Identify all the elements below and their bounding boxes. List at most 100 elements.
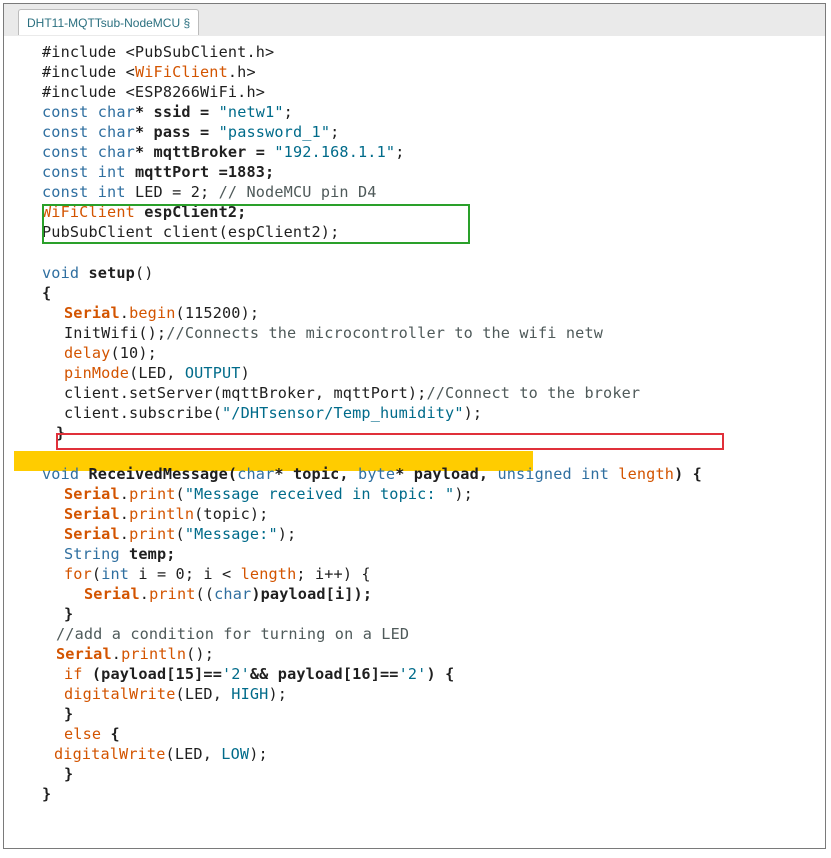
object-name: Serial (84, 585, 140, 603)
code-text: * pass = (134, 123, 219, 141)
keyword: int (97, 183, 126, 201)
ide-window: DHT11-MQTTsub-NodeMCU § #include <PubSub… (3, 3, 826, 849)
keyword: int (581, 465, 609, 483)
code-line-18: client.setServer(mqttBroker, mqttPort);/… (4, 383, 825, 403)
keyword: else (64, 725, 102, 743)
object-name: Serial (64, 505, 120, 523)
code-text: ( (91, 565, 102, 583)
keyword: const (42, 103, 89, 121)
code-text: PubSubClient client(espClient2); (42, 223, 340, 241)
brace: } (64, 705, 74, 723)
keyword: void (42, 465, 80, 483)
comment: // NodeMCU pin D4 (218, 183, 377, 201)
tab-sketch[interactable]: DHT11-MQTTsub-NodeMCU § (18, 9, 200, 35)
code-line-32: if (payload[15]=='2'&& payload[16]=='2')… (4, 664, 825, 684)
method-name: delay (64, 344, 111, 362)
code-editor[interactable]: #include <PubSubClient.h> #include < WiFi… (4, 36, 825, 848)
code-line-6: const char* mqttBroker = "192.168.1.1"; (4, 142, 825, 162)
code-text: (); (186, 645, 215, 663)
code-line-25: Serial.print("Message:"); (4, 524, 825, 544)
code-line-8: const int LED = 2; // NodeMCU pin D4 (4, 182, 825, 202)
include-directive: #include < (42, 63, 135, 81)
method-name: digitalWrite (64, 685, 176, 703)
comment: //Connects the microcontroller to the wi… (166, 324, 604, 342)
code-line-16: delay(10); (4, 343, 825, 363)
code-line-9: WiFiClient espClient2; (4, 202, 825, 222)
class-name: WiFiClient (42, 203, 135, 221)
keyword: char (214, 585, 252, 603)
code-line-17: pinMode(LED, OUTPUT) (4, 363, 825, 383)
string-literal: "Message:" (184, 525, 278, 543)
code-line-33: digitalWrite(LED, HIGH); (4, 684, 825, 704)
code-text: )payload[i]); (251, 585, 373, 603)
code-text: * ssid = (134, 103, 219, 121)
code-line-13: { (4, 283, 825, 303)
include-directive: #include <PubSubClient.h> (42, 43, 275, 61)
code-line-1: #include <PubSubClient.h> (4, 42, 825, 62)
code-text: ); (277, 525, 297, 543)
code-text: . (139, 585, 150, 603)
brace: } (42, 785, 52, 803)
code-text: ; (283, 103, 293, 121)
char-literal: '2' (222, 665, 250, 683)
code-line-10: PubSubClient client(espClient2); (4, 222, 825, 242)
constant: HIGH (231, 685, 269, 703)
string-literal: "netw1" (218, 103, 284, 121)
object-name: Serial (64, 485, 120, 503)
keyword: const (42, 163, 89, 181)
string-literal: "Message received in topic: " (184, 485, 455, 503)
code-text: (10); (110, 344, 157, 362)
code-line-3: #include <ESP8266WiFi.h> (4, 82, 825, 102)
brace: } (64, 605, 74, 623)
method-name: digitalWrite (54, 745, 166, 763)
code-text: (( (195, 585, 215, 603)
method-name: print (129, 525, 176, 543)
brace: } (64, 765, 74, 783)
string-literal: "/DHTsensor/Temp_humidity" (222, 404, 464, 422)
keyword: char (237, 465, 275, 483)
keyword: byte (358, 465, 396, 483)
char-literal: '2' (398, 665, 427, 683)
tab-bar: DHT11-MQTTsub-NodeMCU § (4, 4, 825, 37)
code-text: .h> (227, 63, 256, 81)
code-text: * mqttBroker = (134, 143, 275, 161)
keyword: const (42, 143, 89, 161)
code-text: InitWifi(); (64, 324, 167, 342)
code-text: (payload[15]== (82, 665, 222, 683)
keyword: String (64, 545, 120, 563)
brace: } (56, 424, 66, 442)
keyword: char (97, 143, 135, 161)
code-line-35: else { (4, 724, 825, 744)
code-text: . (111, 645, 122, 663)
keyword: if (64, 665, 83, 683)
code-text: ); (249, 745, 268, 763)
code-line-30: //add a condition for turning on a LED (4, 624, 825, 644)
code-line-26: String temp; (4, 544, 825, 564)
method-name: print (129, 485, 176, 503)
keyword: for (64, 565, 92, 583)
code-text: ( (175, 525, 185, 543)
code-line-36: digitalWrite(LED, LOW); (4, 744, 825, 764)
code-text: . (119, 505, 130, 523)
code-text: * topic, (274, 465, 359, 483)
code-line-29: } (4, 604, 825, 624)
code-line-34: } (4, 704, 825, 724)
code-text: client.setServer(mqttBroker, mqttPort); (64, 384, 427, 402)
brace: { (42, 284, 52, 302)
code-text: (topic); (194, 505, 269, 523)
code-line-37: } (4, 764, 825, 784)
code-text: mqttPort =1883; (125, 163, 275, 181)
constant: OUTPUT (184, 364, 241, 382)
string-literal: "192.168.1.1" (274, 143, 396, 161)
code-line-31: Serial.println(); (4, 644, 825, 664)
code-text: (LED, (129, 364, 185, 382)
code-text: * payload, (395, 465, 498, 483)
identifier: length (240, 565, 297, 583)
keyword: int (101, 565, 130, 583)
code-line-15: InitWifi();//Connects the microcontrolle… (4, 323, 825, 343)
code-text: ); (268, 685, 288, 703)
